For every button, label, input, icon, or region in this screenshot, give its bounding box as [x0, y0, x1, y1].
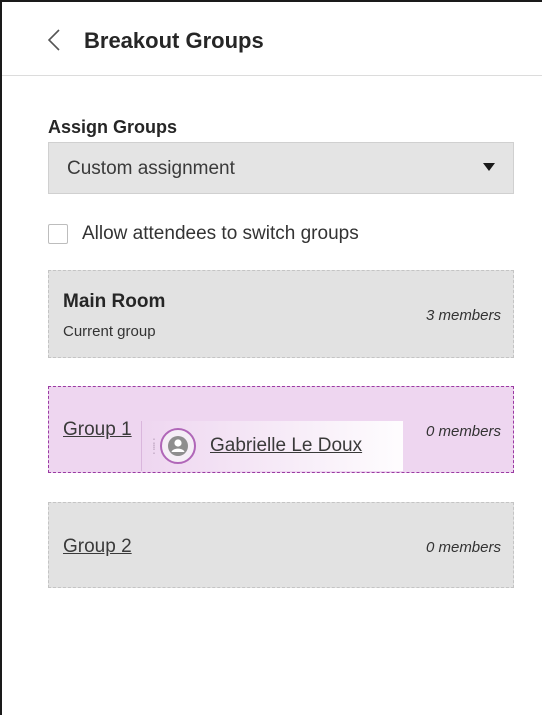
group-2-card[interactable]: Group 2 0 members: [48, 502, 514, 588]
panel-header: Breakout Groups: [2, 2, 542, 76]
back-button[interactable]: [44, 28, 64, 52]
allow-switch-row: Allow attendees to switch groups: [48, 222, 359, 246]
user-avatar-icon: [160, 428, 196, 464]
attendee-name[interactable]: Gabrielle Le Doux: [210, 435, 362, 457]
chevron-left-icon: [47, 29, 60, 51]
main-room-member-count: 3 members: [425, 307, 501, 324]
page-title: Breakout Groups: [84, 28, 264, 53]
group-2-link[interactable]: Group 2: [63, 536, 132, 558]
drag-handle-icon[interactable]: ⋮ ⋮: [148, 437, 160, 455]
main-room-subtitle: Current group: [63, 323, 156, 340]
group-2-member-count: 0 members: [425, 539, 501, 556]
person-icon: [168, 436, 188, 456]
breakout-groups-panel: Breakout Groups Assign Groups Custom ass…: [0, 0, 542, 715]
allow-switch-label[interactable]: Allow attendees to switch groups: [82, 223, 359, 245]
assign-groups-select[interactable]: Custom assignment: [48, 142, 514, 194]
assign-groups-label: Assign Groups: [48, 117, 178, 137]
assign-groups-selected-value: Custom assignment: [67, 158, 235, 179]
main-room-card[interactable]: Main Room Current group 3 members: [48, 270, 514, 358]
main-room-title: Main Room: [63, 291, 166, 312]
dragged-attendee-item[interactable]: ⋮ ⋮ Gabrielle Le Doux: [141, 421, 403, 471]
caret-down-icon: [483, 163, 495, 171]
allow-switch-checkbox[interactable]: [48, 224, 68, 244]
group-1-link[interactable]: Group 1: [63, 419, 132, 441]
group-1-card[interactable]: Group 1 0 members ⋮ ⋮ Gabrielle Le Doux: [48, 386, 514, 473]
group-1-member-count: 0 members: [425, 423, 501, 440]
